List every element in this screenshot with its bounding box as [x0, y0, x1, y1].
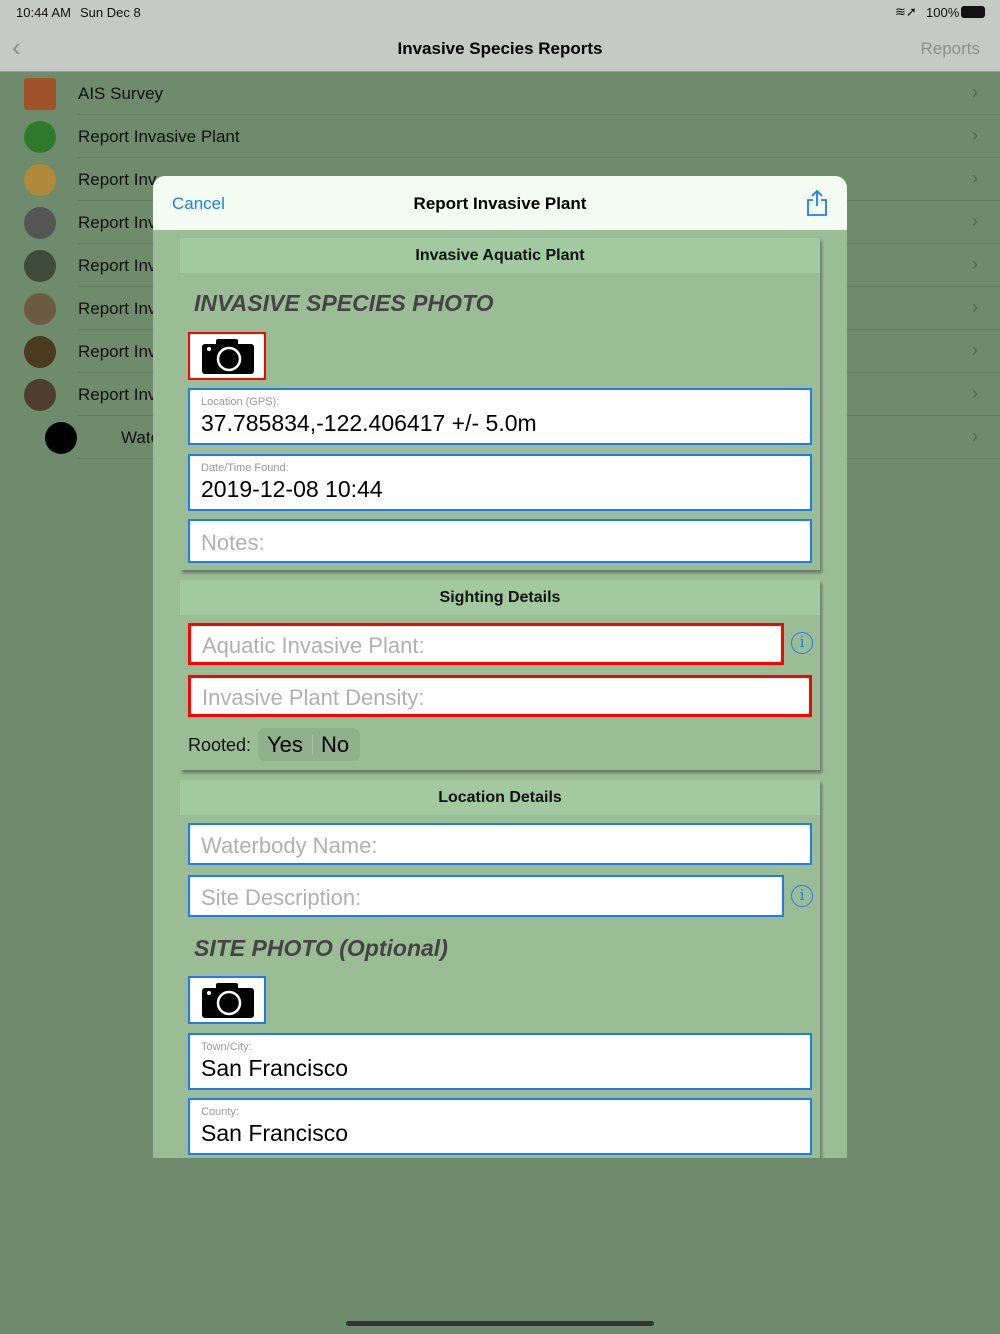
camera-icon [202, 983, 254, 1018]
date-label: Date/Time Found: [201, 462, 289, 474]
card-header: Location Details [180, 780, 820, 815]
town-label: Town/City: [201, 1041, 252, 1053]
status-date: Sun Dec 8 [80, 5, 141, 20]
waterbody-placeholder: Waterbody Name: [201, 833, 378, 858]
site-photo-button[interactable] [188, 976, 266, 1024]
rooted-label: Rooted: [188, 735, 252, 755]
rooted-segmented-control: Yes No [258, 728, 360, 761]
list-item-label: Report Inv [78, 256, 157, 275]
camera-icon [202, 339, 254, 374]
town-field[interactable]: Town/City: San Francisco [188, 1033, 812, 1090]
clipboard-icon [24, 78, 56, 110]
modal-title: Report Invasive Plant [413, 194, 587, 213]
density-placeholder: Invasive Plant Density: [202, 685, 425, 710]
turtle-icon [24, 336, 56, 368]
status-bar: 10:44 AM Sun Dec 8 ≋➚ 100% [0, 0, 1000, 24]
chevron-right-icon: › [972, 426, 978, 446]
card-header: Sighting Details [180, 580, 820, 615]
chevron-right-icon: › [972, 168, 978, 188]
crayfish-icon [24, 207, 56, 239]
info-icon[interactable]: i [791, 632, 813, 654]
battery-icon [961, 6, 985, 18]
location-value: 37.785834,-122.406417 +/- 5.0m [201, 410, 537, 436]
date-field[interactable]: Date/Time Found: 2019-12-08 10:44 [188, 454, 812, 511]
species-photo-title: INVASIVE SPECIES PHOTO [194, 290, 494, 316]
chevron-right-icon: › [972, 211, 978, 231]
county-label: County: [201, 1106, 239, 1118]
rooted-no[interactable]: No [321, 732, 349, 758]
page-title: Invasive Species Reports [397, 39, 603, 58]
sighting-details-card: Sighting Details Aquatic Invasive Plant:… [180, 580, 820, 770]
date-value: 2019-12-08 10:44 [201, 476, 383, 502]
fish-icon [24, 250, 56, 282]
urchin-icon [24, 293, 56, 325]
battery-percent: 100% [926, 5, 960, 20]
share-icon[interactable] [806, 189, 828, 217]
nav-bar: ‹ Invasive Species Reports Reports [0, 24, 1000, 72]
list-item-label: Report Inv [78, 213, 157, 232]
wifi-icon: ≋➚ [895, 4, 917, 19]
secchi-disk-icon [45, 422, 77, 454]
site-description-input[interactable]: Site Description: [188, 875, 784, 917]
species-photo-button[interactable] [188, 332, 266, 380]
card-header: Invasive Aquatic Plant [180, 238, 820, 273]
rooted-yes[interactable]: Yes [267, 732, 303, 758]
list-item-label: Report Inv [78, 342, 157, 361]
location-field[interactable]: Location (GPS): 37.785834,-122.406417 +/-… [188, 388, 812, 445]
plant-placeholder: Aquatic Invasive Plant: [202, 633, 425, 658]
modal-header: Cancel Report Invasive Plant [153, 176, 847, 230]
chevron-right-icon: › [972, 383, 978, 403]
waterbody-input[interactable]: Waterbody Name: [188, 823, 812, 865]
notes-input[interactable]: Notes: [188, 519, 812, 563]
county-field[interactable]: County: San Francisco [188, 1098, 812, 1155]
county-value: San Francisco [201, 1120, 349, 1146]
chevron-right-icon: › [972, 82, 978, 102]
status-time: 10:44 AM [16, 5, 71, 20]
chevron-right-icon: › [972, 254, 978, 274]
aquatic-plant-input[interactable]: Aquatic Invasive Plant: [188, 623, 784, 665]
reports-button[interactable]: Reports [920, 39, 980, 59]
home-indicator [346, 1321, 654, 1326]
town-value: San Francisco [201, 1055, 349, 1081]
notes-placeholder: Notes: [201, 530, 265, 555]
list-item-label: Report Inv [78, 385, 157, 404]
chevron-right-icon: › [972, 340, 978, 360]
site-placeholder: Site Description: [201, 885, 362, 910]
density-input[interactable]: Invasive Plant Density: [188, 675, 812, 717]
report-modal: Cancel Report Invasive Plant Invasive Aq… [153, 176, 847, 1158]
chevron-right-icon: › [972, 297, 978, 317]
invasive-plant-card: Invasive Aquatic Plant INVASIVE SPECIES … [180, 238, 820, 570]
list-item[interactable]: Report Invasive Plant › [0, 115, 1000, 158]
chevron-right-icon: › [972, 125, 978, 145]
location-details-card: Location Details Waterbody Name: Site De… [180, 780, 820, 1158]
list-item-label: AIS Survey [78, 84, 164, 103]
list-item[interactable]: AIS Survey › [0, 72, 1000, 115]
plant-icon [24, 121, 56, 153]
rodent-icon [24, 379, 56, 411]
location-label: Location (GPS): [201, 396, 280, 408]
list-item-label: Report Inv [78, 299, 157, 318]
list-item-label: Report Inv [78, 170, 157, 189]
mollusk-icon [24, 164, 56, 196]
list-item-label: Report Invasive Plant [78, 127, 240, 146]
info-icon[interactable]: i [791, 885, 813, 907]
site-photo-title: SITE PHOTO (Optional) [194, 935, 448, 961]
